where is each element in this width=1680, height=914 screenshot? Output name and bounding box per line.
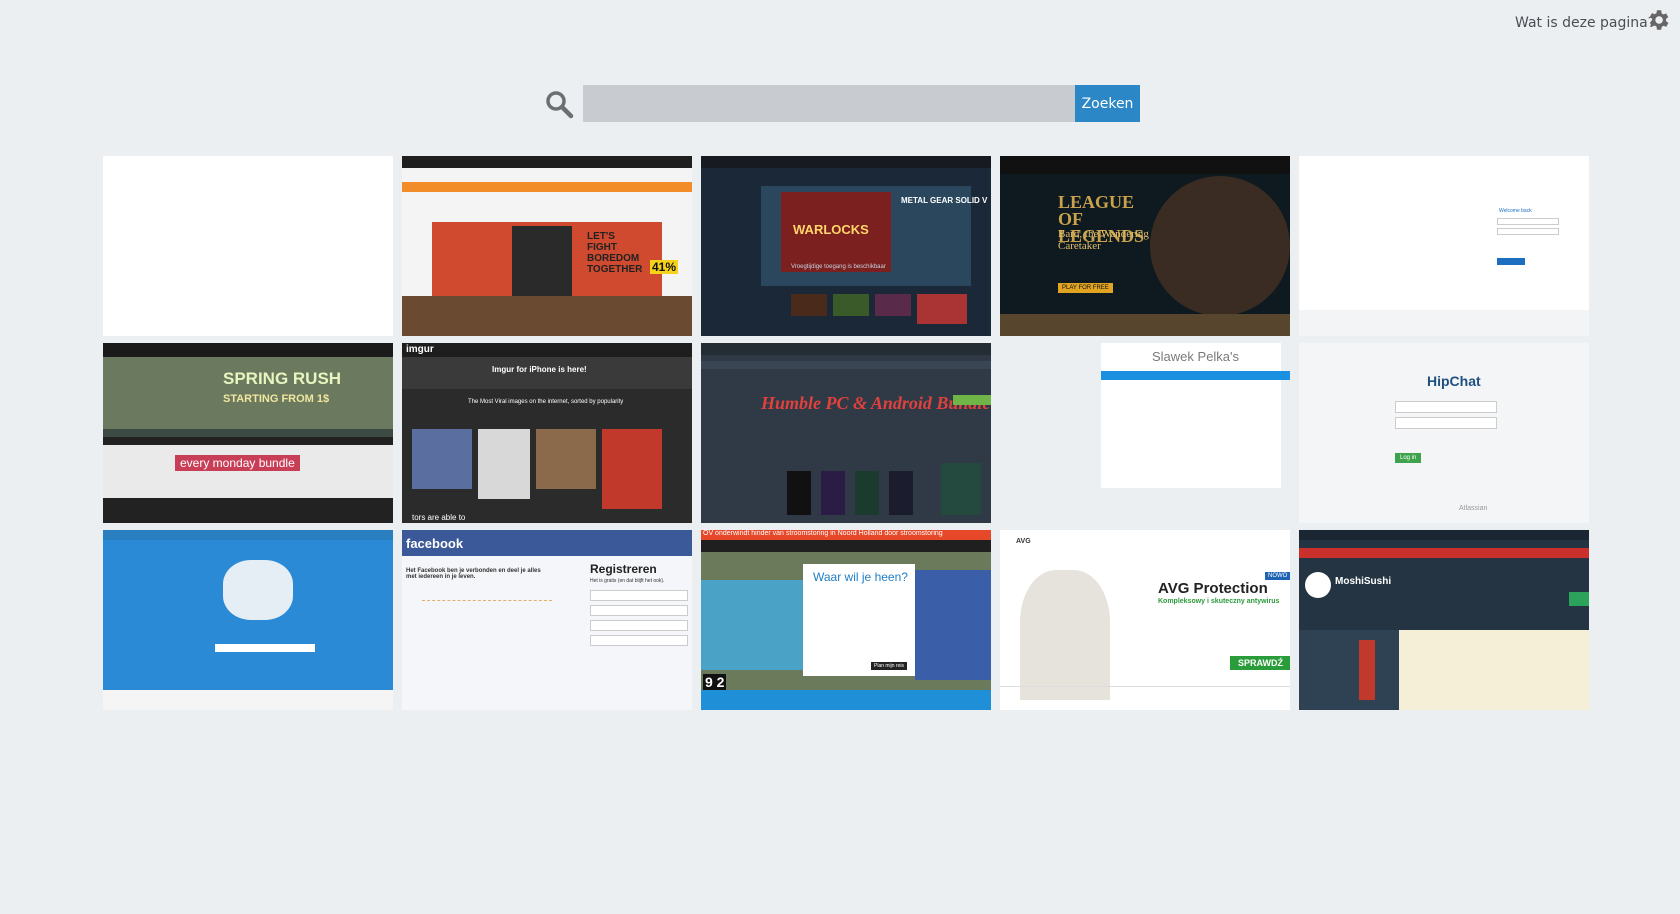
tile-10-footer: Atlassian [1459,505,1488,512]
tile-13-title: Waar wil je heen? [813,570,908,584]
tile-2-banner: LET'S FIGHT BOREDOM TOGETHER [587,231,643,275]
tile-13-button[interactable]: Plan mijn reis [871,662,908,670]
help-link[interactable]: Wat is deze pagina? [1515,15,1655,31]
thumbnail-tile-12[interactable]: facebook Het Facebook ben je verbonden e… [402,530,692,710]
tile-12-logo: facebook [406,536,464,551]
thumbnail-tile-13[interactable]: OV onderwindt hinder van stroomstoring i… [701,530,991,710]
tile-5-title: Welcome back [1499,208,1532,214]
tile-15-name: MoshiSushi [1335,576,1392,587]
thumbnail-tile-14[interactable]: AVG AVG Protection Kompleksowy i skutecz… [1000,530,1290,710]
thumbnail-tile-8[interactable]: Humble PC & Android Bundle 12 [701,343,991,523]
tile-2-badge: 41% [650,260,679,274]
thumbnail-tile-2[interactable]: LET'S FIGHT BOREDOM TOGETHER 41% [402,156,692,336]
thumbnail-tile-9[interactable]: Slawek Pelka's [1000,343,1290,523]
search-icon [546,91,574,119]
thumbnail-tile-7[interactable]: imgur Imgur for iPhone is here! The Most… [402,343,692,523]
thumbnail-tile-4[interactable]: LEAGUE OF LEGENDS Bard, the Wandering Ca… [1000,156,1290,336]
tile-14-badge: NOWO [1265,572,1290,580]
tile-12-subtitle: Het is gratis (en dat blijft het ook). [590,578,665,584]
tile-6-banner: every monday bundle [175,455,300,471]
thumbnail-tile-3[interactable]: WARLOCKS METAL GEAR SOLID V Vroegtijdige… [701,156,991,336]
tile-7-tagline: The Most Viral images on the internet, s… [468,399,624,405]
tile-13-banner: OV onderwindt hinder van stroomstoring i… [703,530,943,537]
tile-7-bottom: tors are able to [412,513,466,522]
thumbnail-tile-5[interactable]: Welcome back [1299,156,1589,336]
tile-10-login-button[interactable]: Log in [1395,453,1422,463]
tile-7-logo: imgur [406,344,434,355]
gear-icon[interactable] [1645,7,1671,33]
tile-3-side: METAL GEAR SOLID V [901,196,988,205]
thumbnail-tile-1[interactable] [103,156,393,336]
tile-6-subtitle: STARTING FROM 1$ [223,393,330,405]
tile-14-title: AVG Protection [1158,580,1268,597]
tile-4-cta[interactable]: PLAY FOR FREE [1058,283,1113,293]
tile-3-caption: Vroegtijdige toegang is beschikbaar [791,264,886,270]
tile-10-logo: HipChat [1427,373,1481,389]
tile-9-title: Slawek Pelka's [1152,349,1240,364]
thumbnail-tile-11[interactable] [103,530,393,710]
tile-13-numbers: 9 2 [703,674,727,690]
tile-3-hero: WARLOCKS [793,222,869,237]
thumbnail-tile-10[interactable]: HipChat Log in Atlassian [1299,343,1589,523]
search-button[interactable]: Zoeken [1075,85,1140,122]
thumbnail-tile-15[interactable]: MoshiSushi [1299,530,1589,710]
tile-12-title: Registreren [590,562,657,576]
tile-4-title: Bard, the Wandering Caretaker [1058,228,1149,252]
tile-14-cta[interactable]: SPRAWDŹ [1230,656,1290,670]
tile-14-logo: AVG [1016,538,1031,545]
tile-6-title: SPRING RUSH [223,369,342,388]
search-input[interactable] [583,85,1075,122]
tile-7-notice: Imgur for iPhone is here! [492,365,587,374]
thumbnail-tile-6[interactable]: SPRING RUSH STARTING FROM 1$ every monda… [103,343,393,523]
tile-12-text: Het Facebook ben je verbonden en deel je… [406,568,541,580]
tile-14-subtitle: Kompleksowy i skuteczny antywirus [1158,598,1280,605]
